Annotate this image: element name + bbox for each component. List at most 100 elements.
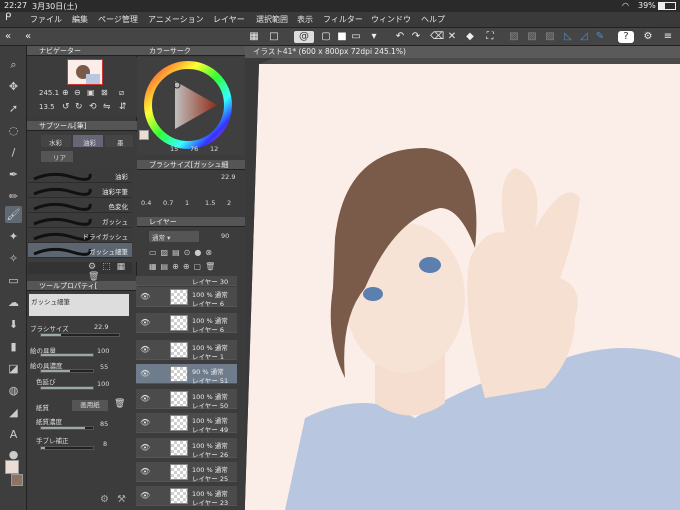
canvas-area[interactable] (245, 58, 680, 510)
rotate-left-icon[interactable]: ↺ (62, 102, 70, 112)
layer-row-selected[interactable]: 👁 90 % 通常 レイヤー 51 (136, 364, 237, 385)
size-slider[interactable] (40, 333, 120, 337)
menu-filter[interactable]: フィルター (323, 14, 363, 25)
app-logo-icon[interactable]: ᑭ (5, 12, 11, 23)
brushsize-tick-2[interactable]: 1 (185, 199, 189, 207)
navigator-preview[interactable] (67, 59, 103, 85)
brush-gouache[interactable]: ガッシュ (28, 213, 132, 228)
menu-selection[interactable]: 選択範囲 (256, 14, 288, 25)
menu-view[interactable]: 表示 (297, 14, 313, 25)
figure-tool-icon[interactable]: ◪ (5, 360, 22, 377)
brush-color-change[interactable]: 色変化 (28, 198, 132, 213)
help-icon[interactable]: ? (618, 31, 634, 43)
clear-icon[interactable]: ✕ (446, 31, 458, 43)
brush-oil-flat[interactable]: 油彩平筆 (28, 183, 132, 198)
brushsize-tick-3[interactable]: 1.5 (205, 199, 215, 207)
dropdown-icon[interactable]: ▾ (368, 31, 380, 43)
brush-dry-gouache[interactable]: ドライガッシュ (28, 228, 132, 243)
invert-icon[interactable]: ▨ (544, 31, 556, 43)
decoration-tool-icon[interactable]: ✧ (5, 250, 22, 267)
fill-tool-icon[interactable]: ⬇ (5, 316, 22, 333)
stabilize-slider[interactable] (40, 446, 94, 450)
layer-blend-select[interactable]: 通常 ▾ (149, 231, 199, 242)
paper-select[interactable]: 画用紙 (72, 400, 108, 411)
menu-animation[interactable]: アニメーション (148, 14, 204, 25)
open-icon[interactable]: @ (294, 31, 314, 43)
export-icon[interactable]: ▭ (350, 31, 362, 43)
pen-icon[interactable]: ✎ (594, 31, 606, 43)
menu-window[interactable]: ウィンドウ (371, 14, 411, 25)
layer-row[interactable]: 👁 100 % 通常 レイヤー 6 (136, 287, 237, 308)
ruler-tool-icon[interactable]: ◢ (5, 404, 22, 421)
eyedropper-tool-icon[interactable]: / (5, 144, 22, 161)
menu-file[interactable]: ファイル (30, 14, 62, 25)
ruler-icon[interactable]: ◺ (562, 31, 574, 43)
selection-tool-icon[interactable]: ◌ (5, 122, 22, 139)
text-tool-icon[interactable]: A (5, 426, 22, 443)
color-current-swatch[interactable] (139, 130, 149, 140)
layer-toolbar-row1[interactable]: ▭▨▤⊙●⊗ (149, 248, 239, 258)
subtool-tab-watercolor[interactable]: 水彩 (41, 135, 71, 147)
color-wheel[interactable] (137, 57, 245, 155)
layer-row[interactable]: 👁 100 % 通常 レイヤー 6 (136, 313, 237, 334)
layer-row[interactable]: 👁 100 % 通常 レイヤー 49 (136, 413, 237, 434)
menu-edit[interactable]: 編集 (72, 14, 88, 25)
page-icon[interactable]: ■ (336, 31, 348, 43)
canvas-illustration[interactable] (245, 58, 680, 510)
flip-h-icon[interactable]: ⇋ (103, 102, 111, 112)
delete-paper-icon[interactable]: 🗑 (114, 399, 125, 409)
airbrush-tool-icon[interactable]: ✦ (5, 228, 22, 245)
layer-row[interactable]: 👁 100 % 通常 レイヤー 23 (136, 486, 237, 507)
collapse-left-icon[interactable]: « (2, 31, 14, 43)
brushsize-tick-0[interactable]: 0.4 (141, 199, 151, 207)
brush-tool-icon[interactable]: 🖌 (5, 206, 22, 223)
frame-tool-icon[interactable]: ◍ (5, 382, 22, 399)
brush-oil[interactable]: 油彩 (28, 168, 132, 183)
move-tool-icon[interactable]: ✥ (5, 78, 22, 95)
redo-icon[interactable]: ↷ (410, 31, 422, 43)
layer-row[interactable]: 👁 100 % 通常 レイヤー 26 (136, 438, 237, 459)
layer-row[interactable]: 👁 100 % 通常 レイヤー 1 (136, 340, 237, 361)
brushsize-tick-1[interactable]: 0.7 (163, 199, 173, 207)
toolprop-brush-preview[interactable]: ガッシュ細筆 (29, 294, 129, 316)
menu-layer[interactable]: レイヤー (213, 14, 245, 25)
document-tab[interactable]: イラスト41* (600 x 800px 72dpi 245.1%) (245, 46, 680, 58)
snap-icon[interactable]: ◿ (578, 31, 590, 43)
reset-rotation-icon[interactable]: ⟲ (89, 102, 97, 112)
menu-page[interactable]: ページ管理 (98, 14, 138, 25)
zoom-in-icon[interactable]: ⊕ (62, 88, 69, 97)
pen-tool-icon[interactable]: ✒ (5, 166, 22, 183)
brushsize-tick-4[interactable]: 2 (227, 199, 231, 207)
gradient-tool-icon[interactable]: ▮ (5, 338, 22, 355)
zoom-tool-icon[interactable]: ⌕ (5, 56, 22, 73)
flip-icon[interactable]: ⧄ (119, 88, 124, 98)
grid-menu-icon[interactable]: ▦ (248, 31, 260, 43)
pencil-tool-icon[interactable]: ✏ (5, 188, 22, 205)
blend-slider[interactable] (40, 386, 94, 390)
sub-color-swatch[interactable] (11, 474, 23, 486)
panel-toggle-icon[interactable]: « (22, 31, 34, 43)
fill-icon[interactable]: ◆ (464, 31, 476, 43)
operation-tool-icon[interactable]: ➚ (5, 100, 22, 117)
subtool-actions[interactable]: ⚙⬚▦🗑 (28, 262, 132, 282)
deselect-icon[interactable]: ▨ (526, 31, 538, 43)
fit-icon[interactable]: ▣ (87, 88, 95, 97)
undo-icon[interactable]: ↶ (394, 31, 406, 43)
select-all-icon[interactable]: ▨ (508, 31, 520, 43)
settings-icon[interactable]: ⚙ (642, 31, 654, 43)
more-icon[interactable]: ≡ (662, 31, 674, 43)
layer-row[interactable]: 👁 100 % 通常 レイヤー 25 (136, 462, 237, 483)
paint-amount-slider[interactable] (40, 353, 94, 357)
brush-gouache-fine[interactable]: ガッシュ細筆 (28, 243, 132, 258)
new-file-icon[interactable]: □ (268, 31, 280, 43)
layer-toolbar-row2[interactable]: ▦▤⊕⊕▢🗑 (149, 262, 239, 272)
zoom-out-icon[interactable]: ⊖ (74, 88, 81, 97)
layer-row[interactable]: 👁 100 % 通常 レイヤー 50 (136, 389, 237, 410)
actual-size-icon[interactable]: ⊠ (101, 88, 108, 97)
subtool-tab-ink[interactable]: 墨 (105, 135, 133, 147)
paper-density-slider[interactable] (40, 426, 94, 430)
subtool-group[interactable]: リア (41, 151, 73, 162)
eraser-tool-icon[interactable]: ▭ (5, 272, 22, 289)
main-color-swatch[interactable] (5, 460, 19, 474)
subtool-tab-oil[interactable]: 油彩 (73, 135, 103, 147)
